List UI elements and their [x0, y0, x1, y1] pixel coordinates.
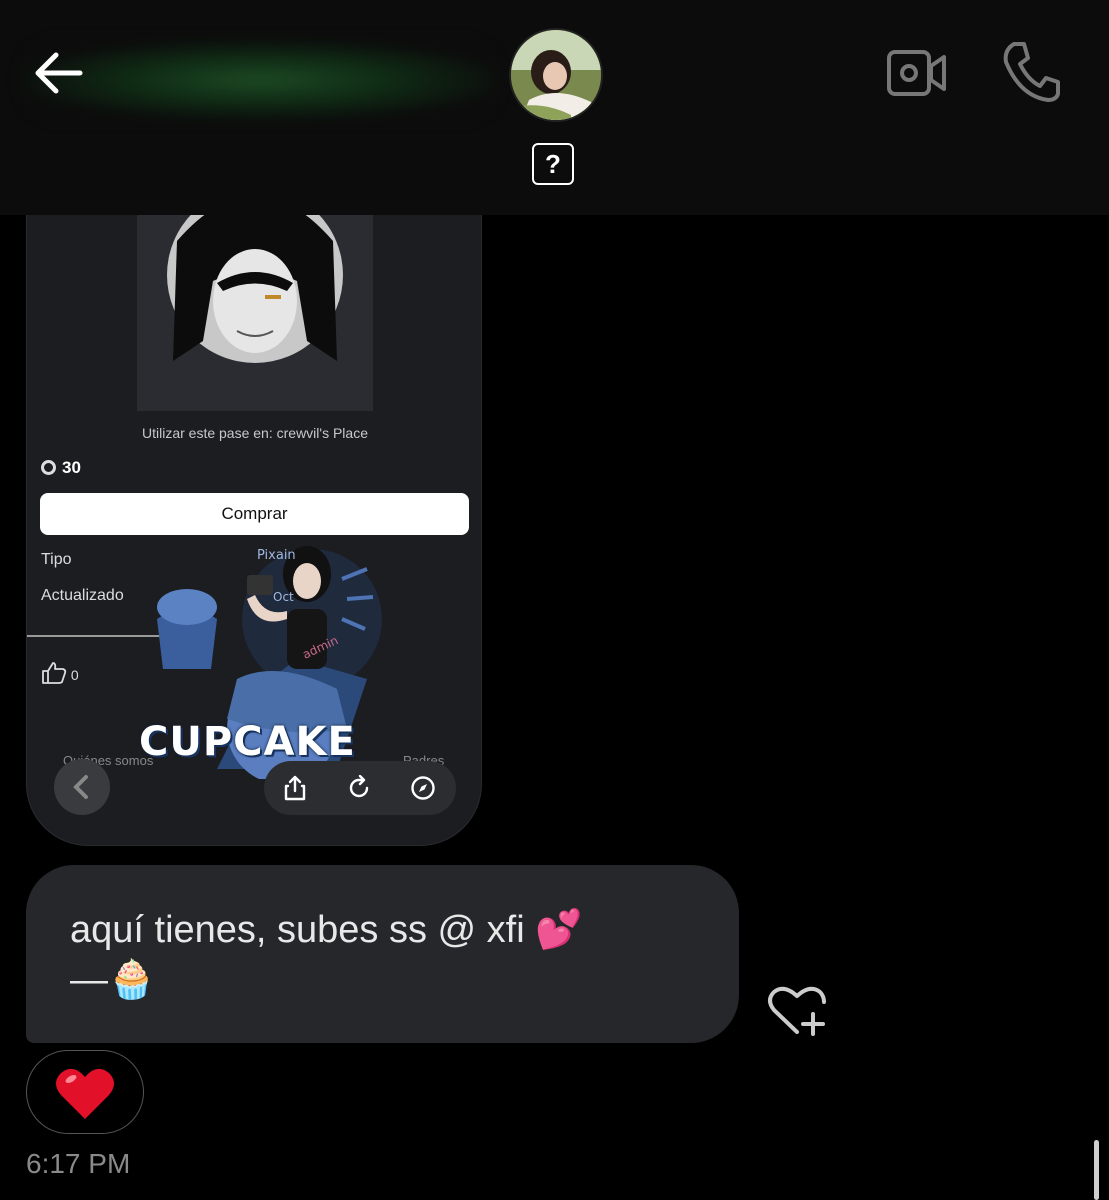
sticker-side: Oct	[273, 590, 294, 604]
heart-reaction-icon	[56, 1068, 114, 1119]
browser-back-button[interactable]	[54, 759, 110, 815]
gamepass-thumbnail	[137, 187, 373, 411]
likes: 0	[41, 661, 79, 685]
chat-header: ?	[0, 0, 1109, 215]
add-reaction-icon[interactable]	[766, 984, 828, 1036]
thumbs-up-icon	[42, 662, 67, 684]
type-label: Tipo	[41, 551, 72, 568]
updated-label: Actualizado	[41, 587, 124, 604]
contact-avatar[interactable]	[509, 28, 603, 122]
buy-button[interactable]: Comprar	[40, 493, 469, 535]
cupcake-title: CUPCAKE	[139, 719, 356, 765]
reload-icon[interactable]	[346, 775, 372, 801]
message-bubble[interactable]: aquí tienes, subes ss @ xfi 💕 —🧁	[26, 865, 739, 1043]
message-line-2: —🧁	[70, 959, 156, 1001]
chevron-left-icon	[73, 775, 88, 799]
compass-icon[interactable]	[410, 775, 436, 801]
share-icon[interactable]	[282, 775, 308, 801]
arrow-left-icon[interactable]	[30, 48, 86, 98]
blurred-contact-name	[20, 40, 500, 120]
scrollbar[interactable]	[1094, 1140, 1099, 1200]
price: 30	[41, 458, 81, 478]
phone-icon[interactable]	[1000, 40, 1062, 104]
message-line-1: aquí tienes, subes ss @ xfi 💕	[70, 909, 583, 951]
unknown-badge: ?	[532, 143, 574, 185]
message-timestamp: 6:17 PM	[26, 1148, 131, 1179]
shared-screenshot[interactable]: Utilizar este pase en: crewvil's Place 3…	[26, 170, 482, 846]
browser-toolbar	[264, 761, 456, 815]
gamepass-caption: Utilizar este pase en: crewvil's Place	[142, 425, 368, 441]
reaction-badge[interactable]	[26, 1050, 144, 1134]
sticker-brand: Pixain	[257, 548, 296, 563]
robux-icon	[41, 460, 56, 475]
video-camera-icon[interactable]	[886, 48, 948, 98]
